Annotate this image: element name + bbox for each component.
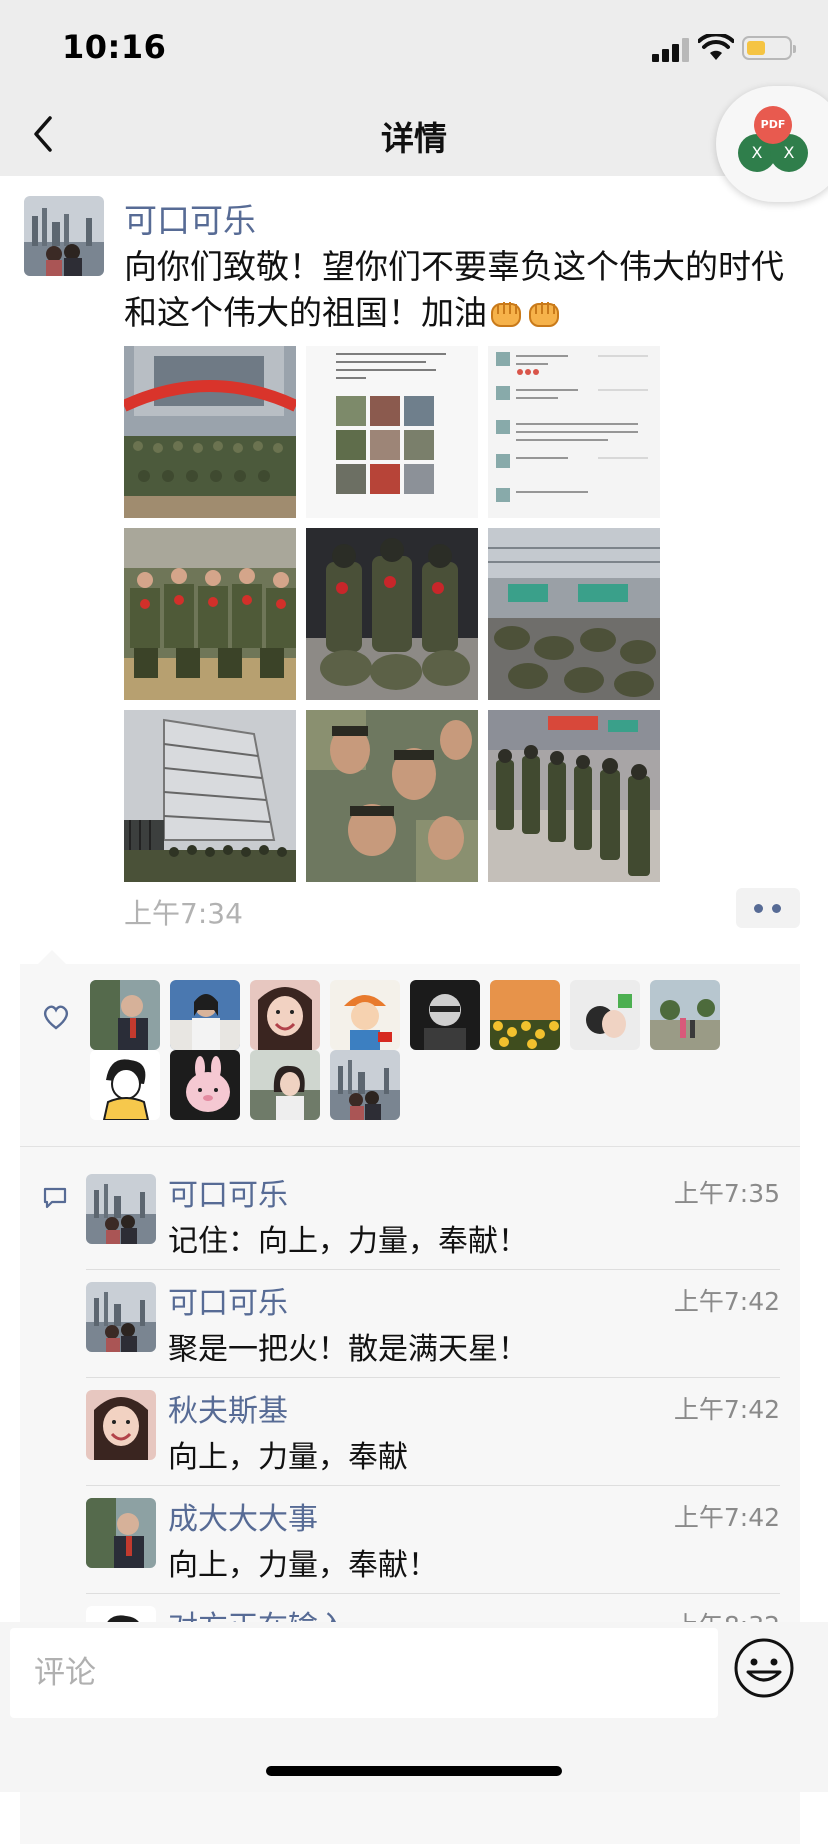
comment-text: 记住：向上，力量，奉献！ [168,1224,528,1259]
status-time: 10:16 [62,28,167,66]
liker-avatar[interactable] [250,1050,320,1120]
liker-avatar[interactable] [250,980,320,1050]
comment-item[interactable]: 可口可乐 上午7:35 记住：向上，力量，奉献！ [86,1162,800,1270]
comment-bubble-icon [43,1187,67,1209]
commenter-avatar[interactable] [86,1498,156,1568]
photo-building[interactable] [124,710,296,882]
post-text: 向你们致敬！望你们不要辜负这个伟大的时代和这个伟大的祖国！加油 [124,244,800,336]
post-timestamp: 上午7:34 [124,897,243,930]
home-indicator [266,1766,562,1776]
liker-avatar[interactable] [650,980,720,1050]
comment-text: 向上，力量，奉献！ [168,1548,438,1583]
battery-icon [742,36,796,60]
liker-avatar[interactable] [90,1050,160,1120]
liker-avatar[interactable] [170,980,240,1050]
liker-avatar[interactable] [570,980,640,1050]
heart-icon [43,1005,69,1030]
liker-avatar[interactable] [330,1050,400,1120]
photo-grid [124,346,664,882]
liker-avatar[interactable] [170,1050,240,1120]
comment-item[interactable]: 可口可乐 上午7:42 聚是一把火！散是满天星！ [86,1270,800,1378]
likes-comments-divider [20,1146,800,1147]
emoji-icon[interactable] [732,1636,796,1700]
comment-text: 向上，力量，奉献 [168,1440,408,1475]
comment-item[interactable]: 秋夫斯基 上午7:42 向上，力量，奉献 [86,1378,800,1486]
comment-time: 上午7:42 [673,1287,780,1316]
commenter-name[interactable]: 成大大大事 [168,1494,318,1538]
liker-avatar[interactable] [90,980,160,1050]
photo-soldiers-selfie[interactable] [306,710,478,882]
panel-caret [38,950,66,964]
comment-text: 聚是一把火！散是满天星！ [168,1332,528,1367]
comment-time: 上午7:42 [673,1395,780,1424]
commenter-avatar[interactable] [86,1174,156,1244]
status-bar: 10:16 [0,0,828,90]
photo-chat-screenshot-1[interactable] [306,346,478,518]
photo-soldiers-night[interactable] [306,528,478,700]
nav-bar: 详情 [0,90,828,176]
post-username[interactable]: 可口可乐 [124,194,256,242]
comment-item[interactable]: 成大大大事 上午7:42 向上，力量，奉献！ [86,1486,800,1594]
fist-emoji-icon-2 [529,302,559,327]
liker-avatar[interactable] [410,980,480,1050]
post-avatar[interactable] [24,196,104,276]
commenter-name[interactable]: 可口可乐 [168,1278,288,1322]
post-text-body: 向你们致敬！望你们不要辜负这个伟大的时代和这个伟大的祖国！加油 [124,247,784,332]
liker-avatar[interactable] [490,980,560,1050]
photo-soldiers-seated[interactable] [124,528,296,700]
liker-avatar[interactable] [330,980,400,1050]
comment-time: 上午7:42 [673,1503,780,1532]
fist-emoji-icon [491,302,521,327]
commenter-avatar[interactable] [86,1390,156,1460]
comment-input-bar [0,1622,828,1792]
pdf-icon: PDF [754,106,792,144]
photo-campus-gate-banner[interactable] [124,346,296,518]
wifi-icon [698,34,734,60]
commenter-name[interactable]: 秋夫斯基 [168,1386,288,1430]
cellular-signal-icon [652,38,690,62]
commenter-name[interactable]: 可口可乐 [168,1170,288,1214]
comment-time: 上午7:35 [673,1179,780,1208]
floating-pdf-bubble[interactable]: X X PDF [716,86,828,202]
commenter-avatar[interactable] [86,1282,156,1352]
comment-input[interactable] [10,1628,718,1718]
photo-station-queue[interactable] [488,710,660,882]
more-options-button[interactable] [736,888,800,928]
photo-chat-screenshot-2[interactable] [488,346,660,518]
photo-station-hall[interactable] [488,528,660,700]
page-title: 详情 [381,119,447,158]
